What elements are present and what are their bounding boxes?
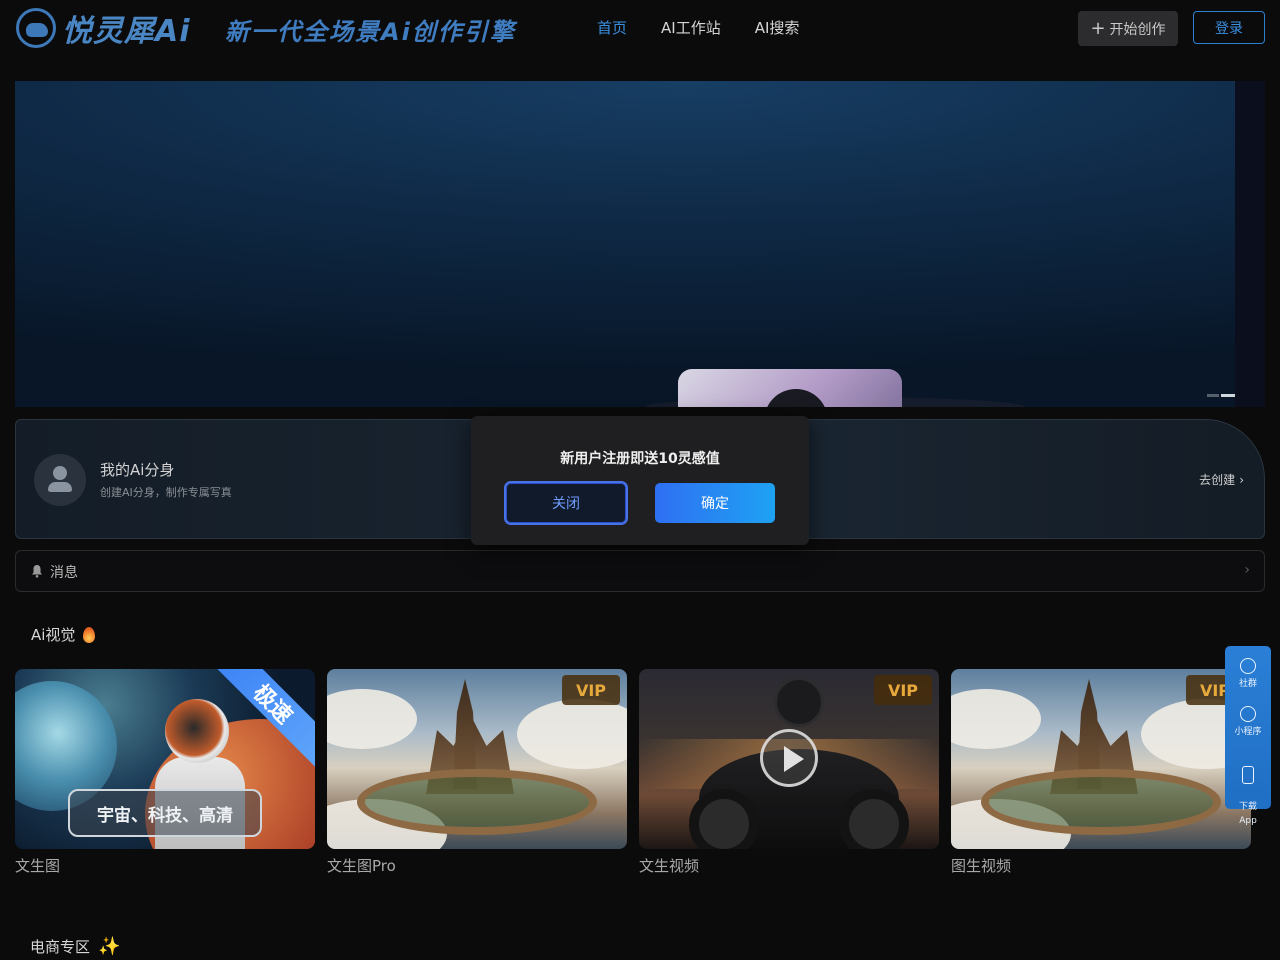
go-create-link[interactable]: 去创建 › — [1199, 471, 1244, 488]
tile-text-to-image-pro[interactable]: VIP 文生图Pro — [327, 669, 627, 876]
tile-label[interactable]: 图生视频 — [951, 855, 1251, 876]
messages-label: 消息 — [50, 565, 78, 581]
floating-island-graphic — [357, 769, 597, 835]
side-mini-program-label: 小程序 — [1234, 727, 1262, 737]
chevron-right-icon: › — [1239, 472, 1244, 487]
floating-side-panel: 社群 小程序 下载 App — [1225, 646, 1271, 826]
flame-icon — [83, 626, 96, 643]
wheel-graphic — [839, 789, 909, 849]
nav-ai-search[interactable]: AI搜索 — [755, 17, 800, 38]
section-title-ecommerce: 电商专区 ✨ — [30, 936, 120, 957]
tile-image-castle[interactable]: VIP — [951, 669, 1251, 849]
chevron-right-icon: › — [1244, 562, 1250, 578]
section-ecommerce-label: 电商专区 — [30, 938, 91, 956]
rider-helmet-graphic — [774, 677, 824, 727]
logo-text: 悦灵犀Ai — [62, 14, 191, 49]
vip-badge: VIP — [874, 675, 932, 705]
tile-caption: 宇宙、科技、高清 — [68, 789, 262, 837]
vip-badge: VIP — [562, 675, 620, 705]
dialog-close-button[interactable]: 关闭 — [504, 481, 628, 525]
floating-island-graphic — [981, 769, 1221, 835]
go-create-label: 去创建 — [1199, 473, 1236, 487]
avatar-card-subtitle: 创建AI分身，制作专属写真 — [100, 486, 232, 499]
play-icon[interactable] — [760, 729, 818, 787]
login-button[interactable]: 登录 — [1193, 11, 1265, 44]
dialog-confirm-button[interactable]: 确定 — [655, 483, 775, 523]
carousel-dot-active[interactable] — [1221, 394, 1235, 397]
tile-label[interactable]: 文生图Pro — [327, 855, 627, 876]
section-title-ai-vision: Ai视觉 — [31, 624, 96, 645]
main-nav: 首页 AI工作站 AI搜索 — [597, 17, 799, 38]
banner-next-slide — [1235, 81, 1265, 407]
side-community-label: 社群 — [1238, 679, 1257, 689]
logo[interactable]: 悦灵犀Ai — [16, 6, 191, 50]
nav-ai-workstation[interactable]: AI工作站 — [661, 17, 721, 38]
tile-image-motorcycle[interactable]: VIP — [639, 669, 939, 849]
carousel-indicator — [1207, 394, 1235, 397]
side-mini-program[interactable]: 小程序 — [1225, 706, 1271, 737]
phone-icon — [1242, 766, 1254, 784]
side-download-app[interactable]: 下载 App — [1225, 752, 1271, 828]
hero-banner[interactable] — [15, 81, 1235, 407]
tile-image-to-video[interactable]: VIP 图生视频 — [951, 669, 1251, 876]
community-icon — [1240, 658, 1256, 674]
nav-home[interactable]: 首页 — [597, 17, 627, 38]
ai-vision-tiles: 极速 宇宙、科技、高清 文生图 VIP 文生图Pro VIP 文生视频 VIP … — [15, 669, 1251, 876]
mini-program-icon — [1240, 706, 1256, 722]
cloud-graphic — [517, 699, 627, 769]
tile-image-space[interactable]: 极速 宇宙、科技、高清 — [15, 669, 315, 849]
signup-bonus-dialog: 新用户注册即送10灵感值 关闭 确定 — [471, 416, 809, 545]
tile-text-to-image[interactable]: 极速 宇宙、科技、高清 文生图 — [15, 669, 315, 876]
user-avatar-icon — [34, 454, 86, 506]
slogan: 新一代全场景Ai创作引擎 — [225, 18, 516, 46]
plus-icon: + — [1090, 17, 1106, 39]
bell-icon — [32, 565, 42, 578]
tile-label[interactable]: 文生视频 — [639, 855, 939, 876]
astronaut-helmet-graphic — [165, 699, 229, 763]
start-create-label: 开始创作 — [1109, 21, 1166, 38]
cloud-graphic — [327, 689, 417, 749]
messages-bar[interactable]: 消息 › — [15, 550, 1265, 592]
banner-device-image — [678, 369, 902, 407]
side-download-label: 下载 App — [1238, 802, 1257, 826]
carousel-dot[interactable] — [1207, 394, 1219, 397]
dialog-message: 新用户注册即送10灵感值 — [560, 451, 720, 467]
start-create-button[interactable]: + 开始创作 — [1078, 11, 1178, 46]
sparkle-icon: ✨ — [98, 936, 121, 957]
wheel-graphic — [689, 789, 759, 849]
avatar-card-title: 我的Ai分身 — [100, 461, 175, 479]
side-community[interactable]: 社群 — [1225, 658, 1271, 689]
tile-text-to-video[interactable]: VIP 文生视频 — [639, 669, 939, 876]
top-header: 悦灵犀Ai 新一代全场景Ai创作引擎 首页 AI工作站 AI搜索 + 开始创作 … — [0, 0, 1280, 56]
rhino-logo-icon — [16, 8, 56, 48]
tile-label[interactable]: 文生图 — [15, 855, 315, 876]
section-ai-vision-label: Ai视觉 — [31, 626, 76, 644]
cloud-graphic — [951, 689, 1041, 749]
tile-image-castle[interactable]: VIP — [327, 669, 627, 849]
